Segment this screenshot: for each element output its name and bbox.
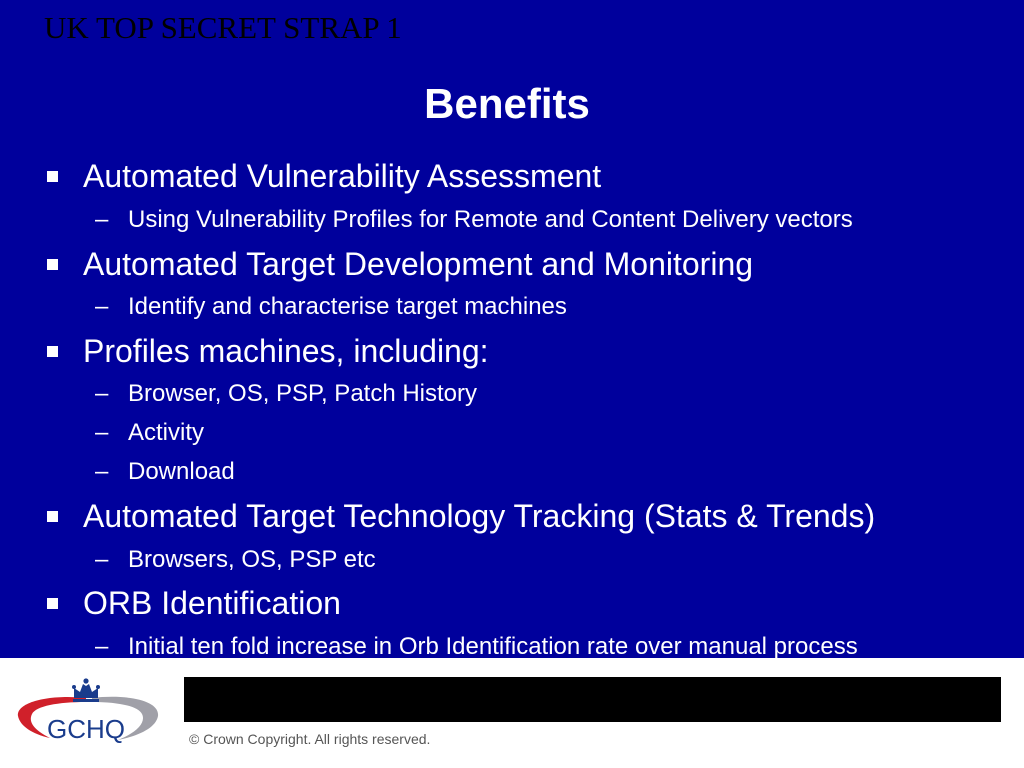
- bullet-square-icon: [47, 171, 58, 182]
- sub-bullet-item: Identify and characterise target machine…: [128, 293, 567, 320]
- dash-icon: –: [95, 633, 109, 658]
- bullet-item: ORB Identification: [83, 585, 341, 621]
- bullet-item: Automated Target Technology Tracking (St…: [83, 498, 876, 534]
- bullet-square-icon: [47, 598, 58, 609]
- gchq-logo: GCHQ: [17, 678, 159, 744]
- sub-bullet-item: Browsers, OS, PSP etc: [128, 546, 376, 573]
- sub-bullet-item: Activity: [128, 419, 205, 446]
- sub-bullet-item: Using Vulnerability Profiles for Remote …: [128, 206, 853, 233]
- slide: UK TOP SECRET STRAP 1 Benefits Automated…: [0, 0, 1024, 658]
- footer-redaction-bar: [184, 677, 1001, 722]
- dash-icon: –: [95, 458, 109, 485]
- bullet-item: Automated Vulnerability Assessment: [83, 158, 602, 194]
- bullet-square-icon: [47, 259, 58, 270]
- bullet-list: Automated Vulnerability Assessment – Usi…: [0, 0, 1024, 658]
- bullet-square-icon: [47, 511, 58, 522]
- sub-bullet-item: Browser, OS, PSP, Patch History: [128, 380, 478, 407]
- bullet-item: Profiles machines, including:: [83, 333, 489, 369]
- copyright-notice: © Crown Copyright. All rights reserved.: [189, 731, 431, 747]
- dash-icon: –: [95, 546, 109, 573]
- sub-bullet-item: Initial ten fold increase in Orb Identif…: [128, 633, 858, 658]
- bullet-item: Automated Target Development and Monitor…: [83, 246, 754, 282]
- sub-bullet-item: Download: [128, 458, 235, 485]
- dash-icon: –: [95, 293, 109, 320]
- logo-text: GCHQ: [47, 714, 125, 744]
- dash-icon: –: [95, 419, 109, 446]
- bullet-square-icon: [47, 346, 58, 357]
- dash-icon: –: [95, 206, 109, 233]
- dash-icon: –: [95, 380, 109, 407]
